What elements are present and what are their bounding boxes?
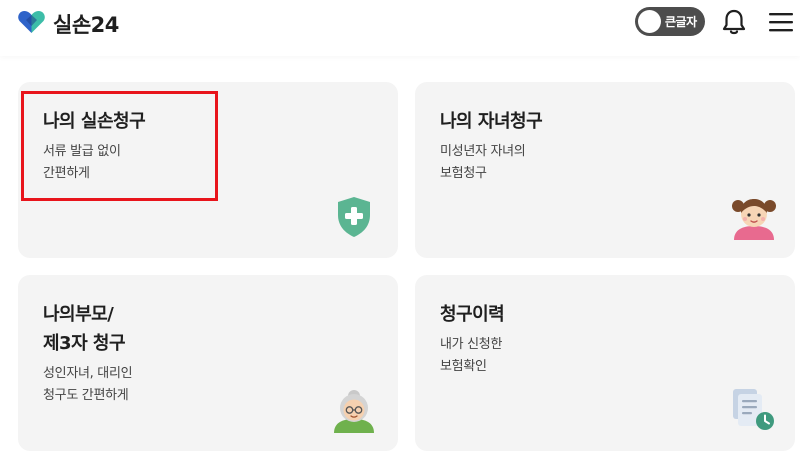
child-girl-icon [730,194,778,244]
hamburger-menu-icon[interactable] [768,11,794,37]
toggle-label: 큰글자 [665,15,697,29]
large-text-toggle[interactable]: 큰글자 [635,7,705,36]
card-claim-history[interactable]: 청구이력 내가 신청한 보험확인 [415,275,795,451]
shield-plus-icon [334,195,374,243]
brand[interactable]: 실손24 [18,9,119,39]
document-clock-icon [729,385,777,437]
card-parent-third-party-claim[interactable]: 나의부모/ 제3자 청구 성인자녀, 대리인 청구도 간편하게 [18,275,398,451]
card-subtitle-line1: 미성년자 자녀의 [440,144,526,159]
card-subtitle-line2: 보험청구 [440,166,487,181]
grandmother-icon [330,387,378,437]
highlight-box [21,91,218,201]
brand-title: 실손24 [53,13,119,37]
card-child-claim[interactable]: 나의 자녀청구 미성년자 자녀의 보험청구 [415,82,795,258]
card-title-line2: 제3자 청구 [43,333,126,354]
toggle-knob [638,10,661,33]
logo-icon [18,10,45,38]
card-title: 나의 자녀청구 [440,111,543,132]
card-subtitle-line2: 청구도 간편하게 [43,388,129,403]
card-subtitle-line2: 보험확인 [440,359,487,374]
card-title: 청구이력 [440,304,505,325]
bell-icon[interactable] [720,8,748,40]
card-subtitle-line1: 성인자녀, 대리인 [43,366,133,381]
app-header: 실손24 큰글자 [0,0,800,56]
card-title-line1: 나의부모/ [43,304,114,325]
card-subtitle-line1: 내가 신청한 [440,337,503,352]
